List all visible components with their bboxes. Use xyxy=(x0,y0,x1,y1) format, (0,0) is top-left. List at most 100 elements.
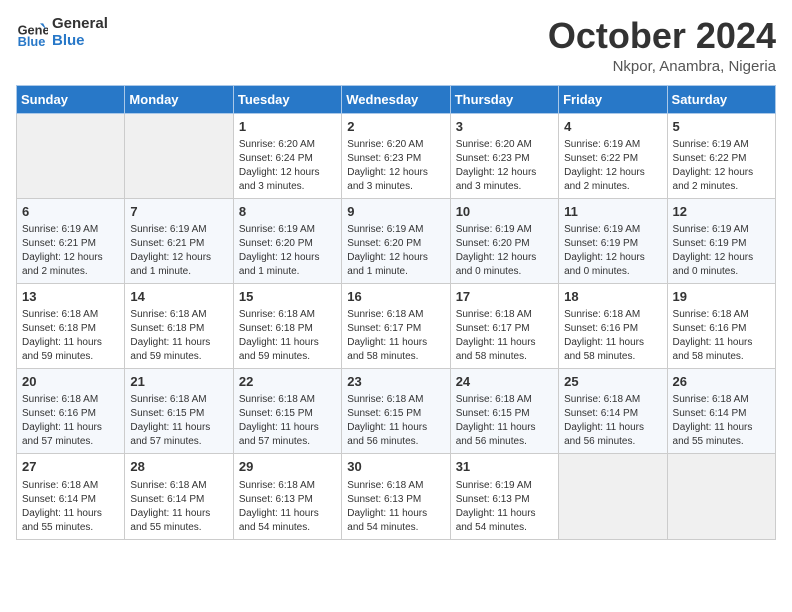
day-info: Sunrise: 6:18 AM Sunset: 6:17 PM Dayligh… xyxy=(456,308,553,364)
day-info: Sunrise: 6:18 AM Sunset: 6:14 PM Dayligh… xyxy=(22,479,119,535)
day-number: 27 xyxy=(22,458,119,476)
day-number: 1 xyxy=(239,118,336,136)
calendar-cell xyxy=(559,454,667,539)
day-number: 7 xyxy=(130,203,227,221)
month-title: October 2024 xyxy=(548,16,776,56)
calendar-cell: 12 Sunrise: 6:19 AM Sunset: 6:19 PM Dayli… xyxy=(667,198,775,283)
calendar-cell: 20Sunrise: 6:18 AM Sunset: 6:16 PM Dayli… xyxy=(17,369,125,454)
calendar-cell: 24 Sunrise: 6:18 AM Sunset: 6:15 PM Dayli… xyxy=(450,369,558,454)
calendar-cell: 8 Sunrise: 6:19 AM Sunset: 6:20 PM Daylig… xyxy=(233,198,341,283)
day-number: 11 xyxy=(564,203,661,221)
logo-text-general: General xyxy=(52,16,108,33)
calendar-cell: 26 Sunrise: 6:18 AM Sunset: 6:14 PM Dayli… xyxy=(667,369,775,454)
calendar-cell xyxy=(17,113,125,198)
location: Nkpor, Anambra, Nigeria xyxy=(548,58,776,75)
day-info: Sunrise: 6:18 AM Sunset: 6:13 PM Dayligh… xyxy=(347,479,444,535)
day-info: Sunrise: 6:19 AM Sunset: 6:13 PM Dayligh… xyxy=(456,479,553,535)
day-number: 23 xyxy=(347,373,444,391)
day-info: Sunrise: 6:19 AM Sunset: 6:20 PM Dayligh… xyxy=(456,223,553,279)
calendar-cell: 23 Sunrise: 6:18 AM Sunset: 6:15 PM Dayli… xyxy=(342,369,450,454)
calendar-cell: 11 Sunrise: 6:19 AM Sunset: 6:19 PM Dayli… xyxy=(559,198,667,283)
day-info: Sunrise: 6:18 AM Sunset: 6:15 PM Dayligh… xyxy=(239,393,336,449)
day-number: 28 xyxy=(130,458,227,476)
logo-icon: General Blue xyxy=(16,17,48,49)
day-number: 19 xyxy=(673,288,770,306)
weekday-header-friday: Friday xyxy=(559,85,667,113)
day-info: Sunrise: 6:19 AM Sunset: 6:20 PM Dayligh… xyxy=(239,223,336,279)
calendar-cell: 13Sunrise: 6:18 AM Sunset: 6:18 PM Dayli… xyxy=(17,283,125,368)
day-number: 17 xyxy=(456,288,553,306)
weekday-header-monday: Monday xyxy=(125,85,233,113)
day-number: 24 xyxy=(456,373,553,391)
calendar-week-row: 20Sunrise: 6:18 AM Sunset: 6:16 PM Dayli… xyxy=(17,369,776,454)
calendar-cell: 5Sunrise: 6:19 AM Sunset: 6:22 PM Daylig… xyxy=(667,113,775,198)
day-number: 18 xyxy=(564,288,661,306)
calendar-cell xyxy=(125,113,233,198)
day-number: 25 xyxy=(564,373,661,391)
calendar-cell: 10Sunrise: 6:19 AM Sunset: 6:20 PM Dayli… xyxy=(450,198,558,283)
day-info: Sunrise: 6:18 AM Sunset: 6:16 PM Dayligh… xyxy=(564,308,661,364)
day-number: 15 xyxy=(239,288,336,306)
calendar-cell: 27 Sunrise: 6:18 AM Sunset: 6:14 PM Dayli… xyxy=(17,454,125,539)
day-number: 12 xyxy=(673,203,770,221)
calendar-cell xyxy=(667,454,775,539)
calendar-cell: 15 Sunrise: 6:18 AM Sunset: 6:18 PM Dayli… xyxy=(233,283,341,368)
day-info: Sunrise: 6:18 AM Sunset: 6:14 PM Dayligh… xyxy=(673,393,770,449)
day-number: 22 xyxy=(239,373,336,391)
calendar-cell: 16 Sunrise: 6:18 AM Sunset: 6:17 PM Dayli… xyxy=(342,283,450,368)
day-number: 30 xyxy=(347,458,444,476)
day-info: Sunrise: 6:18 AM Sunset: 6:17 PM Dayligh… xyxy=(347,308,444,364)
weekday-header-thursday: Thursday xyxy=(450,85,558,113)
svg-text:Blue: Blue xyxy=(18,33,46,48)
day-number: 4 xyxy=(564,118,661,136)
calendar-cell: 4 Sunrise: 6:19 AM Sunset: 6:22 PM Daylig… xyxy=(559,113,667,198)
day-number: 2 xyxy=(347,118,444,136)
day-info: Sunrise: 6:20 AM Sunset: 6:24 PM Dayligh… xyxy=(239,138,336,194)
day-info: Sunrise: 6:18 AM Sunset: 6:15 PM Dayligh… xyxy=(347,393,444,449)
calendar-cell: 7Sunrise: 6:19 AM Sunset: 6:21 PM Daylig… xyxy=(125,198,233,283)
day-info: Sunrise: 6:19 AM Sunset: 6:22 PM Dayligh… xyxy=(673,138,770,194)
day-info: Sunrise: 6:19 AM Sunset: 6:19 PM Dayligh… xyxy=(564,223,661,279)
day-number: 6 xyxy=(22,203,119,221)
day-number: 29 xyxy=(239,458,336,476)
day-info: Sunrise: 6:18 AM Sunset: 6:16 PM Dayligh… xyxy=(673,308,770,364)
day-info: Sunrise: 6:19 AM Sunset: 6:20 PM Dayligh… xyxy=(347,223,444,279)
calendar-week-row: 27 Sunrise: 6:18 AM Sunset: 6:14 PM Dayli… xyxy=(17,454,776,539)
day-number: 16 xyxy=(347,288,444,306)
calendar-cell: 22 Sunrise: 6:18 AM Sunset: 6:15 PM Dayli… xyxy=(233,369,341,454)
day-info: Sunrise: 6:18 AM Sunset: 6:14 PM Dayligh… xyxy=(130,479,227,535)
logo-text-blue: Blue xyxy=(52,33,108,50)
calendar-cell: 28 Sunrise: 6:18 AM Sunset: 6:14 PM Dayli… xyxy=(125,454,233,539)
day-number: 20 xyxy=(22,373,119,391)
calendar-cell: 14Sunrise: 6:18 AM Sunset: 6:18 PM Dayli… xyxy=(125,283,233,368)
day-number: 21 xyxy=(130,373,227,391)
calendar-week-row: 13 Sunrise: 6:18 AM Sunset: 6:18 PM Dayli… xyxy=(17,283,776,368)
calendar-cell: 25Sunrise: 6:18 AM Sunset: 6:14 PM Dayli… xyxy=(559,369,667,454)
calendar-week-row: 6 Sunrise: 6:19 AM Sunset: 6:21 PM Daylig… xyxy=(17,198,776,283)
day-info: Sunrise: 6:19 AM Sunset: 6:22 PM Dayligh… xyxy=(564,138,661,194)
calendar-cell: 29 Sunrise: 6:18 AM Sunset: 6:13 PM Dayli… xyxy=(233,454,341,539)
day-number: 8 xyxy=(239,203,336,221)
calendar-cell: 6 Sunrise: 6:19 AM Sunset: 6:21 PM Daylig… xyxy=(17,198,125,283)
day-info: Sunrise: 6:18 AM Sunset: 6:13 PM Dayligh… xyxy=(239,479,336,535)
day-info: Sunrise: 6:18 AM Sunset: 6:15 PM Dayligh… xyxy=(456,393,553,449)
day-info: Sunrise: 6:20 AM Sunset: 6:23 PM Dayligh… xyxy=(347,138,444,194)
calendar-cell: 1 Sunrise: 6:20 AM Sunset: 6:24 PM Daylig… xyxy=(233,113,341,198)
calendar-cell: 19 Sunrise: 6:18 AM Sunset: 6:16 PM Dayli… xyxy=(667,283,775,368)
weekday-header-sunday: Sunday xyxy=(17,85,125,113)
title-block: October 2024 Nkpor, Anambra, Nigeria xyxy=(548,16,776,75)
day-info: Sunrise: 6:19 AM Sunset: 6:19 PM Dayligh… xyxy=(673,223,770,279)
day-number: 26 xyxy=(673,373,770,391)
calendar-cell: 21 Sunrise: 6:18 AM Sunset: 6:15 PM Dayli… xyxy=(125,369,233,454)
day-number: 14 xyxy=(130,288,227,306)
day-info: Sunrise: 6:19 AM Sunset: 6:21 PM Dayligh… xyxy=(22,223,119,279)
day-info: Sunrise: 6:18 AM Sunset: 6:18 PM Dayligh… xyxy=(239,308,336,364)
day-number: 13 xyxy=(22,288,119,306)
calendar-cell: 31Sunrise: 6:19 AM Sunset: 6:13 PM Dayli… xyxy=(450,454,558,539)
weekday-header-saturday: Saturday xyxy=(667,85,775,113)
day-info: Sunrise: 6:18 AM Sunset: 6:15 PM Dayligh… xyxy=(130,393,227,449)
calendar-table: SundayMondayTuesdayWednesdayThursdayFrid… xyxy=(16,85,776,540)
weekday-header-row: SundayMondayTuesdayWednesdayThursdayFrid… xyxy=(17,85,776,113)
calendar-cell: 3Sunrise: 6:20 AM Sunset: 6:23 PM Daylig… xyxy=(450,113,558,198)
calendar-cell: 30 Sunrise: 6:18 AM Sunset: 6:13 PM Dayli… xyxy=(342,454,450,539)
